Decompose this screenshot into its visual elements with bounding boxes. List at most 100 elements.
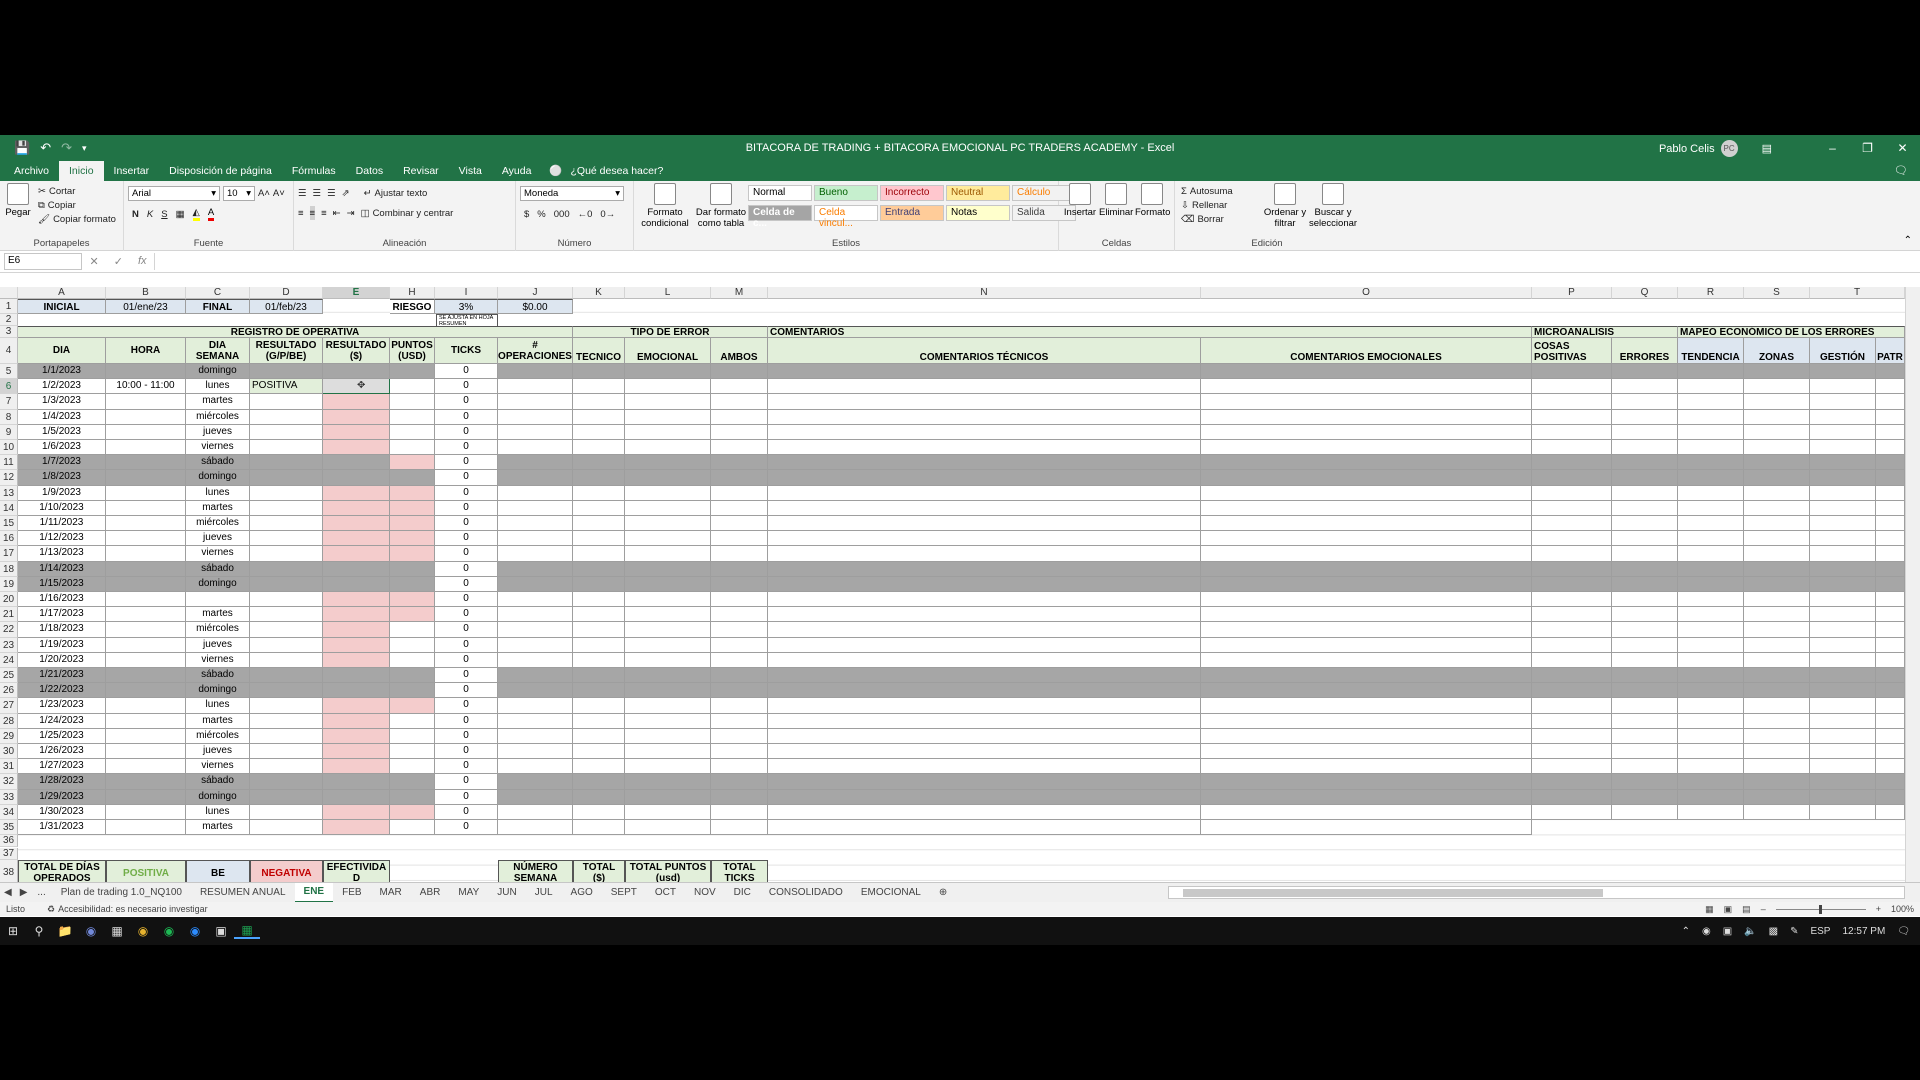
row21-col9[interactable] bbox=[1744, 607, 1810, 623]
row7-col5[interactable] bbox=[1201, 394, 1532, 410]
row21-col7[interactable] bbox=[1612, 607, 1678, 623]
row17-col2[interactable] bbox=[625, 546, 711, 562]
row28-col0[interactable] bbox=[498, 713, 573, 729]
row22-col8[interactable] bbox=[1678, 622, 1744, 638]
sort-filter-button[interactable]: Ordenar y filtrar bbox=[1263, 183, 1307, 229]
row31-col6[interactable] bbox=[1532, 759, 1612, 775]
header-0[interactable]: DIA bbox=[18, 338, 106, 364]
row22-col4[interactable] bbox=[768, 622, 1201, 638]
section-registro[interactable]: REGISTRO DE OPERATIVA bbox=[18, 326, 573, 338]
row13-dia-semana[interactable]: lunes bbox=[186, 485, 250, 501]
row21-col5[interactable] bbox=[1201, 607, 1532, 623]
header-15[interactable]: TENDENCIA bbox=[1678, 338, 1744, 364]
row29-col1[interactable] bbox=[573, 728, 625, 744]
row13-col1[interactable] bbox=[573, 485, 625, 501]
row34-col2[interactable] bbox=[625, 804, 711, 820]
row10-puntos[interactable] bbox=[390, 440, 435, 456]
row10-col0[interactable] bbox=[498, 440, 573, 456]
row25-col10[interactable] bbox=[1810, 668, 1876, 684]
row34-col4[interactable] bbox=[768, 804, 1201, 820]
row8-col1[interactable] bbox=[573, 409, 625, 425]
row-header-31[interactable]: 31 bbox=[0, 759, 18, 775]
formula-input[interactable] bbox=[154, 253, 1920, 270]
row16-col9[interactable] bbox=[1744, 531, 1810, 547]
row-header-14[interactable]: 14 bbox=[0, 500, 18, 516]
row12-col4[interactable] bbox=[768, 470, 1201, 486]
row33-col5[interactable] bbox=[1201, 789, 1532, 805]
scroll-tabs-right-icon[interactable]: ▶ bbox=[16, 883, 32, 903]
row24-col11[interactable] bbox=[1876, 652, 1905, 668]
row24-resultado-usd[interactable] bbox=[323, 652, 390, 668]
row14-ticks[interactable]: 0 bbox=[435, 500, 498, 516]
thousands-icon[interactable]: 000 bbox=[554, 207, 570, 221]
section-tipo-error[interactable]: TIPO DE ERROR bbox=[573, 326, 768, 338]
row-header-18[interactable]: 18 bbox=[0, 561, 18, 577]
row33-resultado[interactable] bbox=[250, 789, 323, 805]
row18-col2[interactable] bbox=[625, 561, 711, 577]
row5-dia-semana[interactable]: domingo bbox=[186, 364, 250, 380]
row-header-22[interactable]: 22 bbox=[0, 622, 18, 638]
row5-col0[interactable] bbox=[498, 364, 573, 380]
indent-decrease-icon[interactable]: ⇤ bbox=[333, 206, 341, 220]
row34-col9[interactable] bbox=[1744, 804, 1810, 820]
row15-col9[interactable] bbox=[1744, 516, 1810, 532]
label-riesgo[interactable]: RIESGO bbox=[390, 299, 435, 314]
column-header-K[interactable]: K bbox=[573, 287, 625, 299]
row28-puntos[interactable] bbox=[390, 713, 435, 729]
tab-ayuda[interactable]: Ayuda bbox=[492, 161, 542, 181]
row23-col3[interactable] bbox=[711, 637, 768, 653]
italic-button[interactable]: K bbox=[147, 207, 153, 221]
row28-col6[interactable] bbox=[1532, 713, 1612, 729]
header-3[interactable]: RESULTADO (G/P/BE) bbox=[250, 338, 323, 364]
row21-col10[interactable] bbox=[1810, 607, 1876, 623]
row22-ticks[interactable]: 0 bbox=[435, 622, 498, 638]
row31-hora[interactable] bbox=[106, 759, 186, 775]
row13-col2[interactable] bbox=[625, 485, 711, 501]
search-icon[interactable]: ⚲ bbox=[26, 924, 52, 938]
row6-dia[interactable]: 1/2/2023 bbox=[18, 379, 106, 395]
row32-col4[interactable] bbox=[768, 774, 1201, 790]
row29-col5[interactable] bbox=[1201, 728, 1532, 744]
row26-col10[interactable] bbox=[1810, 683, 1876, 699]
user-account[interactable]: Pablo Celis PC ▤ bbox=[1659, 140, 1772, 157]
row6-col2[interactable] bbox=[625, 379, 711, 395]
sheet-tab-abr[interactable]: ABR bbox=[411, 883, 450, 903]
row5-ticks[interactable]: 0 bbox=[435, 364, 498, 380]
row32-resultado[interactable] bbox=[250, 774, 323, 790]
row12-hora[interactable] bbox=[106, 470, 186, 486]
row15-dia-semana[interactable]: miércoles bbox=[186, 516, 250, 532]
row-header-8[interactable]: 8 bbox=[0, 409, 18, 425]
row24-puntos[interactable] bbox=[390, 652, 435, 668]
cell-fecha-inicial[interactable]: 01/ene/23 bbox=[106, 299, 186, 314]
row-header-37[interactable]: 37 bbox=[0, 848, 18, 861]
row32-col8[interactable] bbox=[1678, 774, 1744, 790]
row26-col11[interactable] bbox=[1876, 683, 1905, 699]
row19-col4[interactable] bbox=[768, 576, 1201, 592]
fill-color-icon[interactable]: ◭ bbox=[192, 207, 200, 221]
row10-col5[interactable] bbox=[1201, 440, 1532, 456]
notifications-icon[interactable]: 🗨 bbox=[1897, 926, 1910, 937]
row25-col7[interactable] bbox=[1612, 668, 1678, 684]
row11-resultado[interactable] bbox=[250, 455, 323, 471]
row27-dia[interactable]: 1/23/2023 bbox=[18, 698, 106, 714]
row27-puntos[interactable] bbox=[390, 698, 435, 714]
row19-dia-semana[interactable]: domingo bbox=[186, 576, 250, 592]
row17-col8[interactable] bbox=[1678, 546, 1744, 562]
row17-resultado[interactable] bbox=[250, 546, 323, 562]
row16-col8[interactable] bbox=[1678, 531, 1744, 547]
row-header-4[interactable]: 4 bbox=[0, 338, 18, 364]
row32-ticks[interactable]: 0 bbox=[435, 774, 498, 790]
row20-dia[interactable]: 1/16/2023 bbox=[18, 592, 106, 608]
row7-hora[interactable] bbox=[106, 394, 186, 410]
row9-dia[interactable]: 1/5/2023 bbox=[18, 424, 106, 440]
row8-dia-semana[interactable]: miércoles bbox=[186, 409, 250, 425]
row13-col9[interactable] bbox=[1744, 485, 1810, 501]
row8-col4[interactable] bbox=[768, 409, 1201, 425]
row14-dia[interactable]: 1/10/2023 bbox=[18, 500, 106, 516]
row29-col0[interactable] bbox=[498, 728, 573, 744]
row11-hora[interactable] bbox=[106, 455, 186, 471]
row18-col1[interactable] bbox=[573, 561, 625, 577]
row26-col9[interactable] bbox=[1744, 683, 1810, 699]
currency-icon[interactable]: $ bbox=[524, 207, 529, 221]
row11-resultado-usd[interactable] bbox=[323, 455, 390, 471]
